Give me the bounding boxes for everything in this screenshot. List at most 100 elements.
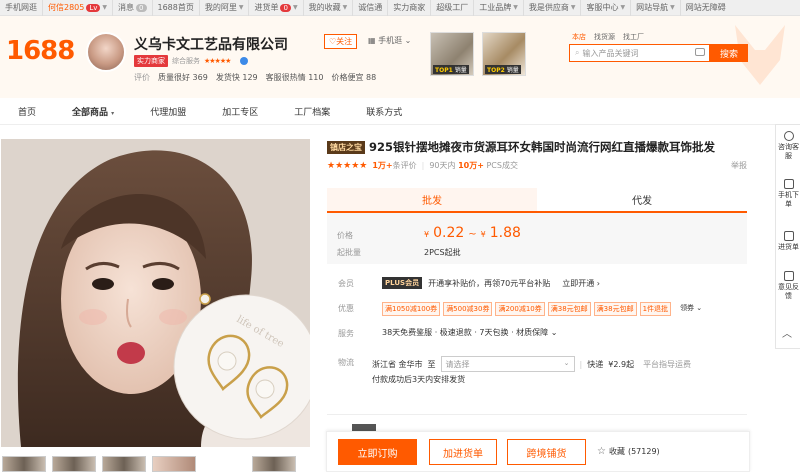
plus-badge: PLUS会员	[382, 277, 423, 289]
nav-contact[interactable]: 联系方式	[348, 105, 420, 118]
shop-avatar[interactable]	[86, 32, 126, 72]
service-label: 综合服务	[172, 57, 200, 65]
score-quality: 质量很好 369	[158, 73, 208, 82]
rating-stars: ★★★★★	[327, 160, 368, 171]
service-label: 服务	[338, 329, 354, 338]
top-bar: 手机网逛 何信2805 Lv ▼ 消息 0 1688首页 我的阿里 ▼ 进货单 0 ▼ 我的…	[0, 0, 800, 16]
qr-icon: ▦	[368, 36, 376, 45]
messages-link[interactable]: 消息 0	[113, 0, 153, 16]
industrial-brand-link[interactable]: 工业品牌 ▼	[474, 0, 524, 16]
supplier-link[interactable]: 我是供应商 ▼	[524, 0, 582, 16]
strength-merchant-link[interactable]: 实力商家	[388, 0, 432, 16]
shop-treasure-badge: 镇店之宝	[327, 140, 365, 154]
service-guarantees[interactable]: 38天免费鉴服 · 极速退款 · 7天包换 · 材质保障 ⌄	[382, 327, 557, 338]
thumbnail[interactable]	[2, 456, 46, 472]
sidebar-cart[interactable]: 进货单	[776, 231, 800, 252]
coupon[interactable]: 满200减10券	[495, 302, 545, 316]
user-menu[interactable]: 何信2805 Lv ▼	[43, 0, 114, 16]
logistics-label: 物流	[338, 358, 354, 367]
product-title-row: 镇店之宝 925银针摆地摊夜市货源耳环女韩国时尚流行网红直播爆款耳饰批发	[327, 139, 715, 155]
follow-button[interactable]: ♡关注	[324, 34, 358, 49]
shop-nav: 首页 全部商品 ▾ 代理加盟 加工专区 工厂档案 联系方式	[0, 98, 800, 125]
coupon[interactable]: 满38元包邮	[547, 302, 591, 316]
sidebar-mobile-order[interactable]: 手机下单	[776, 179, 800, 209]
mobile-shop-button[interactable]: ▦ 手机逛 ⌄	[368, 35, 411, 46]
thumbnail[interactable]	[102, 456, 146, 472]
chevron-down-icon: ▼	[102, 4, 108, 11]
chevron-down-icon: ▾	[111, 109, 115, 117]
chevron-down-icon: ⌄	[563, 359, 570, 367]
thumbnail[interactable]	[152, 456, 196, 472]
verified-icon	[240, 57, 249, 65]
search-tab-shop[interactable]: 本店	[572, 32, 586, 42]
add-to-cart-button[interactable]: 加进货单	[429, 439, 497, 465]
cross-border-button[interactable]: 跨境铺货	[507, 439, 586, 465]
report-link[interactable]: 举报	[731, 160, 747, 171]
plus-open-link[interactable]: 立即开通 ›	[562, 278, 600, 289]
sidebar-consult[interactable]: 咨询客服	[776, 131, 800, 161]
coupon[interactable]: 满38元包邮	[593, 302, 637, 316]
search-tab-source[interactable]: 找货源	[594, 32, 615, 42]
top-product-thumb-1[interactable]: TOP1 销量	[430, 32, 474, 76]
destination-select[interactable]: 请选择 ⌄	[440, 356, 575, 372]
sidebar-feedback[interactable]: 意见反馈	[776, 271, 800, 301]
nav-processing[interactable]: 加工专区	[204, 105, 276, 118]
chengxintong-link[interactable]: 诚信通	[353, 0, 389, 16]
sales-count: 90天内 10万+ PCS成交	[429, 161, 518, 170]
coupon-label: 优惠	[338, 304, 354, 313]
tab-wholesale[interactable]: 批发	[327, 188, 537, 211]
home-link[interactable]: 1688首页	[153, 0, 200, 16]
thumbnail[interactable]	[52, 456, 96, 472]
review-count[interactable]: 1万+条评价	[372, 160, 416, 171]
get-coupon-link[interactable]: 领券 ⌄	[680, 302, 702, 316]
my-alibaba-link[interactable]: 我的阿里 ▼	[200, 0, 250, 16]
level-badge: Lv	[86, 3, 101, 12]
site-nav-link[interactable]: 网站导航 ▼	[631, 0, 681, 16]
edit-icon	[783, 271, 794, 281]
coupon-list: 满1050减100券 满500减30券 满200减10券 满38元包邮 满38元…	[382, 302, 702, 316]
back-to-top-icon[interactable]: ︿	[782, 325, 792, 340]
tab-dropship[interactable]: 代发	[537, 188, 747, 211]
nav-all-products[interactable]: 全部商品 ▾	[54, 105, 132, 118]
chevron-down-icon[interactable]: ⌄	[278, 38, 285, 47]
search-input[interactable]: ⌕ 输入产品关键词	[569, 44, 710, 62]
express-label: 快递	[587, 359, 604, 369]
product-title: 925银针摆地摊夜市货源耳环女韩国时尚流行网红直播爆款耳饰批发	[369, 140, 716, 154]
accessibility-link[interactable]: 网站无障碍	[681, 0, 731, 16]
super-factory-link[interactable]: 超级工厂	[431, 0, 475, 16]
strength-badge: 实力商家	[134, 55, 168, 67]
to-label: 至	[427, 359, 436, 369]
nav-agent[interactable]: 代理加盟	[132, 105, 204, 118]
price-range: ¥0.22 ~ ¥1.88	[424, 225, 521, 241]
score-label: 评价	[134, 73, 150, 82]
coupon[interactable]: 满500减30券	[443, 302, 493, 316]
cart-link[interactable]: 进货单 0 ▼	[249, 0, 304, 16]
favorite-button[interactable]: ☆ 收藏 (57129)	[597, 446, 660, 457]
price-box: 价格 ¥0.22 ~ ¥1.88 起批量 2PCS起批	[327, 213, 747, 264]
thumbnail[interactable]	[252, 456, 296, 472]
company-name[interactable]: 义乌卡文工艺品有限公司	[134, 34, 288, 54]
member-label: 会员	[338, 279, 354, 288]
mobile-link[interactable]: 手机网逛	[0, 0, 43, 16]
search-tab-factory[interactable]: 找工厂	[623, 32, 644, 42]
nav-home[interactable]: 首页	[0, 105, 54, 118]
product-main-image[interactable]: life of tree	[1, 139, 310, 447]
favorites-link[interactable]: 我的收藏 ▼	[304, 0, 354, 16]
score-service: 客服很热情 110	[265, 73, 324, 82]
favorite-count: (57129)	[627, 447, 660, 456]
coupon[interactable]: 满1050减100券	[382, 302, 441, 316]
top-product-thumb-2[interactable]: TOP2 销量	[482, 32, 526, 76]
thumbnail[interactable]	[202, 456, 246, 472]
service-center-link[interactable]: 客服中心 ▼	[581, 0, 632, 16]
chat-icon	[783, 131, 794, 141]
origin: 浙江省 金华市	[372, 359, 423, 369]
list-icon	[783, 231, 794, 241]
shipping-note: 付款成功后3天内安排发货	[372, 375, 466, 384]
buy-now-button[interactable]: 立即订购	[338, 439, 417, 465]
nav-factory[interactable]: 工厂档案	[276, 105, 348, 118]
site-logo[interactable]: 1688	[6, 36, 75, 66]
search-icon: ⌕	[575, 48, 580, 57]
shop-header: 1688 义乌卡文工艺品有限公司 ⌄ 实力商家 综合服务 ★★★★★ 评价 质量…	[0, 16, 800, 98]
camera-icon[interactable]	[695, 48, 705, 56]
coupon[interactable]: 1件退批	[639, 302, 672, 316]
